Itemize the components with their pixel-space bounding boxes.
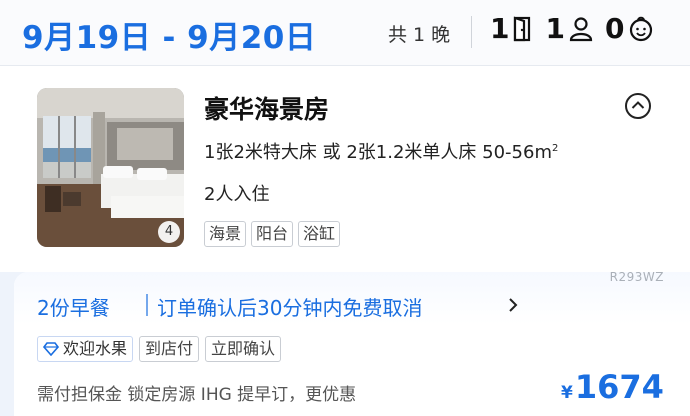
date-range[interactable]: 9月19日 - 9月20日 <box>22 12 316 57</box>
area-unit-superscript: 2 <box>551 143 559 154</box>
divider <box>146 294 148 316</box>
perk-pay-at-hotel: 到店付 <box>139 336 200 362</box>
room-tag: 浴缸 <box>298 221 341 247</box>
booking-summary-bar[interactable]: 9月19日 - 9月20日 共 1 晚 1 1 0 <box>0 0 690 66</box>
perk-label: 欢迎水果 <box>63 339 128 358</box>
child-face-icon <box>628 16 654 42</box>
room-name: 豪华海景房 <box>204 95 330 124</box>
room-tag: 海景 <box>204 221 247 247</box>
rate-card[interactable]: 2份早餐 订单确认后30分钟内免费取消 欢迎水果 到店付 立即确认 需付担保金 … <box>14 272 690 416</box>
room-card[interactable]: 4 豪华海景房 1张2米特大床 或 2张1.2米单人床 50-56m2 2人入住… <box>0 66 690 272</box>
rate-note: 需付担保金 锁定房源 IHG 提早订，更优惠 <box>37 385 357 405</box>
rooms-count: 1 <box>490 12 510 45</box>
chevron-up-icon <box>631 101 645 109</box>
divider <box>471 16 472 48</box>
adult-icon <box>569 16 593 42</box>
guest-selector[interactable]: 1 1 0 <box>490 12 660 45</box>
room-tags: 海景 阳台 浴缸 <box>204 221 341 247</box>
bed-info-text: 1张2米特大床 或 2张1.2米单人床 50-56m <box>204 142 552 163</box>
children-count: 0 <box>604 12 625 45</box>
currency-symbol: ¥ <box>561 383 573 403</box>
room-photo[interactable]: 4 <box>37 88 184 247</box>
rate-perks: 欢迎水果 到店付 立即确认 <box>37 336 282 362</box>
photo-count-badge: 4 <box>158 221 180 243</box>
door-icon <box>513 15 533 42</box>
perk-instant-confirm: 立即确认 <box>205 336 282 362</box>
cancel-policy-link[interactable]: 订单确认后30分钟内免费取消 <box>157 292 422 321</box>
bed-info: 1张2米特大床 或 2张1.2米单人床 50-56m2 <box>204 138 558 164</box>
breakfast-info: 2份早餐 <box>37 296 110 320</box>
rooms-group: 1 <box>490 12 533 45</box>
room-tag: 阳台 <box>251 221 294 247</box>
chevron-right-icon[interactable] <box>508 297 518 313</box>
nights-count: 共 1 晚 <box>388 24 451 46</box>
collapse-button[interactable] <box>625 93 651 119</box>
perk-welcome-fruit: 欢迎水果 <box>37 336 134 362</box>
occupancy: 2人入住 <box>204 184 270 205</box>
diamond-icon <box>43 342 59 356</box>
rate-code: R293WZ <box>609 270 664 284</box>
price[interactable]: ¥1674 <box>561 368 664 406</box>
adults-group: 1 <box>545 12 593 45</box>
adults-count: 1 <box>545 12 565 45</box>
price-amount: 1674 <box>574 368 664 406</box>
children-group: 0 <box>605 12 654 45</box>
